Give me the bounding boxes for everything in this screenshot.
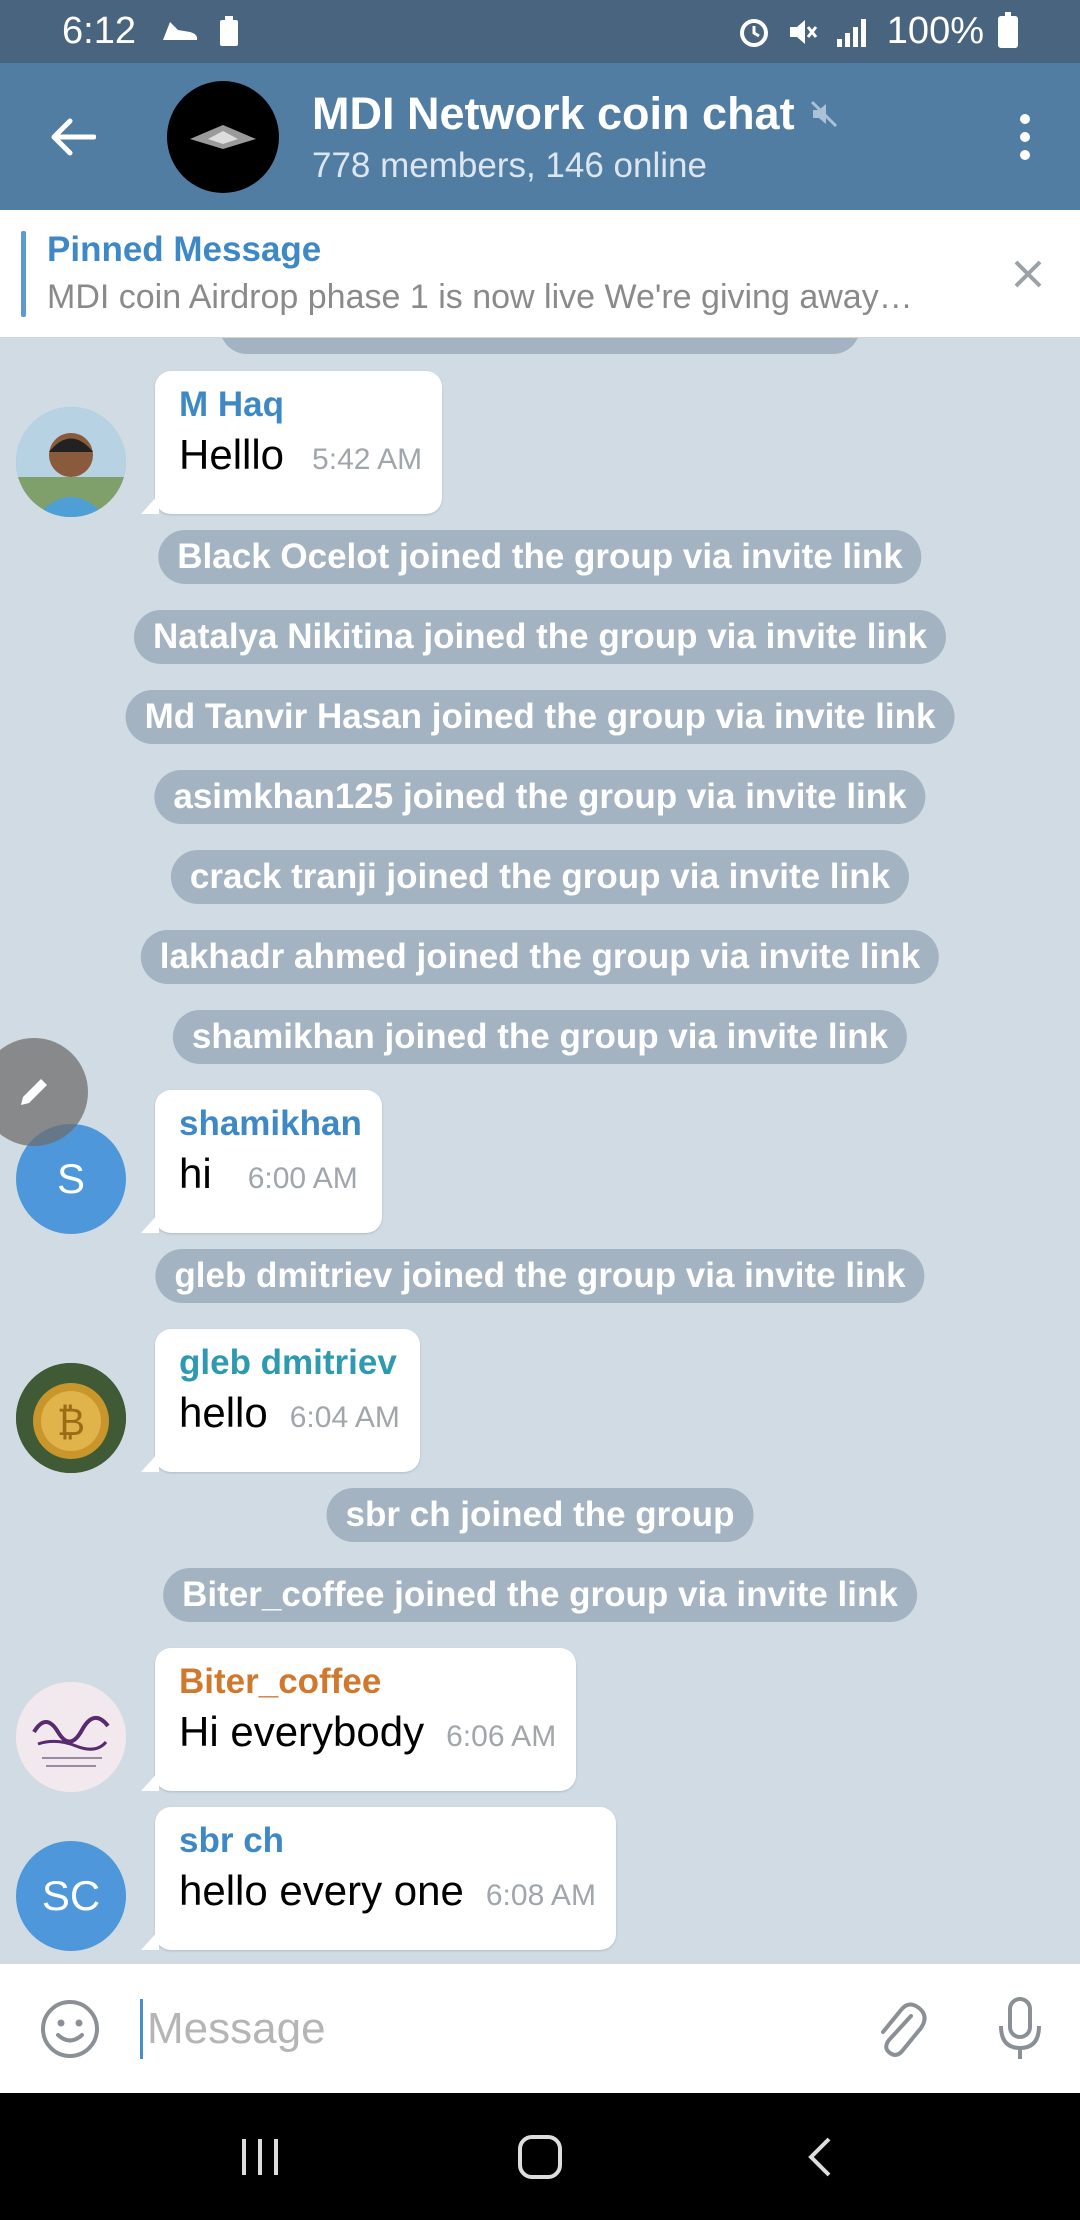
message-sender[interactable]: Biter_coffee xyxy=(179,1662,556,1702)
message-input-bar xyxy=(0,1963,1080,2093)
message-time: 6:00 AM xyxy=(247,1162,358,1195)
pinned-message[interactable]: Pinned Message MDI coin Airdrop phase 1 … xyxy=(0,210,1080,338)
system-nav-bar xyxy=(0,2093,1080,2220)
lte-signal-icon xyxy=(836,18,866,47)
chat-header: MDI Network coin chat 778 members, 146 o… xyxy=(0,63,1080,210)
message-sender[interactable]: M Haq xyxy=(179,385,422,425)
voice-record-button[interactable] xyxy=(960,1964,1080,2094)
more-options-button[interactable] xyxy=(970,63,1080,210)
avatar-bitcoin-photo: ₿ xyxy=(16,1363,126,1473)
message-text: hello xyxy=(179,1389,268,1436)
dot-icon xyxy=(1020,131,1030,142)
microphone-icon xyxy=(999,1996,1041,2059)
battery-icon xyxy=(998,11,1018,48)
service-message: Md Tanvir Hasan joined the group via inv… xyxy=(125,690,955,744)
avatar-man-photo xyxy=(16,407,126,517)
pinned-title: Pinned Message xyxy=(47,230,322,269)
status-time: 6:12 xyxy=(62,10,136,52)
service-message: Black Ocelot joined the group via invite… xyxy=(158,530,922,584)
message-bubble[interactable]: shamikhan hi 6:00 AM xyxy=(141,1090,382,1233)
message-sender[interactable]: sbr ch xyxy=(179,1821,596,1861)
close-icon xyxy=(1014,260,1041,287)
svg-text:₿: ₿ xyxy=(57,1400,85,1444)
mute-icon xyxy=(789,19,817,44)
shoe-icon xyxy=(162,21,198,40)
service-message: sbr ch joined the group xyxy=(326,1488,754,1542)
status-left-icons xyxy=(160,15,240,48)
message-bubble[interactable]: gleb dmitriev hello 6:04 AM xyxy=(141,1329,420,1472)
service-message: crack tranji joined the group via invite… xyxy=(170,850,910,904)
service-message: asimkhan125 joined the group via invite … xyxy=(154,770,926,824)
dot-icon xyxy=(1020,149,1030,160)
message-time: 6:08 AM xyxy=(485,1879,596,1912)
chat-area[interactable]: M Haq Helllo 5:42 AM Black Ocelot joined … xyxy=(0,338,1080,1963)
status-right: 100% xyxy=(737,10,1018,53)
avatar[interactable]: ₿ xyxy=(16,1363,126,1473)
message-bubble[interactable]: Biter_coffee Hi everybody 6:06 AM xyxy=(140,1648,577,1791)
group-avatar[interactable] xyxy=(167,80,279,193)
battery-saver-icon xyxy=(219,15,238,46)
smiley-icon xyxy=(41,1999,99,2058)
group-logo-icon xyxy=(190,124,256,149)
home-icon xyxy=(518,2134,562,2179)
message-text: Helllo xyxy=(179,431,285,478)
avatar[interactable]: SC xyxy=(16,1841,126,1951)
emoji-button[interactable] xyxy=(0,1964,140,2094)
chat-title-block[interactable]: MDI Network coin chat 778 members, 146 o… xyxy=(312,88,970,186)
chevron-left-icon xyxy=(808,2137,831,2176)
message-time: 6:04 AM xyxy=(289,1401,400,1434)
chat-subtitle: 778 members, 146 online xyxy=(312,145,707,185)
battery-percent: 100% xyxy=(886,10,984,52)
message-sender[interactable]: gleb dmitriev xyxy=(179,1343,400,1383)
recent-apps-button[interactable] xyxy=(210,2107,310,2207)
arrow-left-icon xyxy=(51,118,96,155)
pinned-accent-bar xyxy=(21,230,26,317)
service-message: shamikhan joined the group via invite li… xyxy=(172,1010,908,1064)
message-text: hi xyxy=(179,1150,212,1197)
message-input[interactable] xyxy=(140,1998,840,2059)
service-message: Biter_coffee joined the group via invite… xyxy=(163,1568,917,1622)
attach-button[interactable] xyxy=(840,1964,960,2094)
pencil-icon xyxy=(21,1079,47,1105)
message-text: Hi everybody xyxy=(179,1708,425,1755)
message-sender[interactable]: shamikhan xyxy=(179,1104,362,1144)
pinned-text: MDI coin Airdrop phase 1 is now live We'… xyxy=(47,278,913,316)
avatar-calligraphy-image xyxy=(16,1682,126,1792)
recents-icon xyxy=(242,2138,278,2175)
home-button[interactable] xyxy=(490,2107,590,2207)
avatar[interactable] xyxy=(16,1682,126,1792)
alarm-icon xyxy=(739,18,768,47)
message-bubble[interactable]: M Haq Helllo 5:42 AM xyxy=(140,371,443,514)
close-pinned-button[interactable] xyxy=(975,210,1080,338)
paperclip-icon xyxy=(881,2002,927,2057)
message-bubble[interactable]: sbr ch hello every one 6:08 AM xyxy=(141,1807,616,1950)
muted-icon xyxy=(809,99,839,129)
service-message: Natalya Nikitina joined the group via in… xyxy=(133,610,947,664)
message-time: 6:06 AM xyxy=(446,1720,557,1753)
chat-title: MDI Network coin chat xyxy=(312,87,795,139)
message-text: hello every one xyxy=(179,1867,464,1914)
service-message-partial xyxy=(220,338,860,354)
service-message: lakhadr ahmed joined the group via invit… xyxy=(140,930,940,984)
back-button[interactable] xyxy=(0,63,145,210)
dot-icon xyxy=(1020,113,1030,124)
avatar[interactable] xyxy=(16,407,126,517)
status-bar: 6:12 100% xyxy=(0,0,1080,63)
message-time: 5:42 AM xyxy=(312,443,423,476)
system-back-button[interactable] xyxy=(770,2107,870,2207)
service-message: gleb dmitriev joined the group via invit… xyxy=(155,1249,925,1303)
